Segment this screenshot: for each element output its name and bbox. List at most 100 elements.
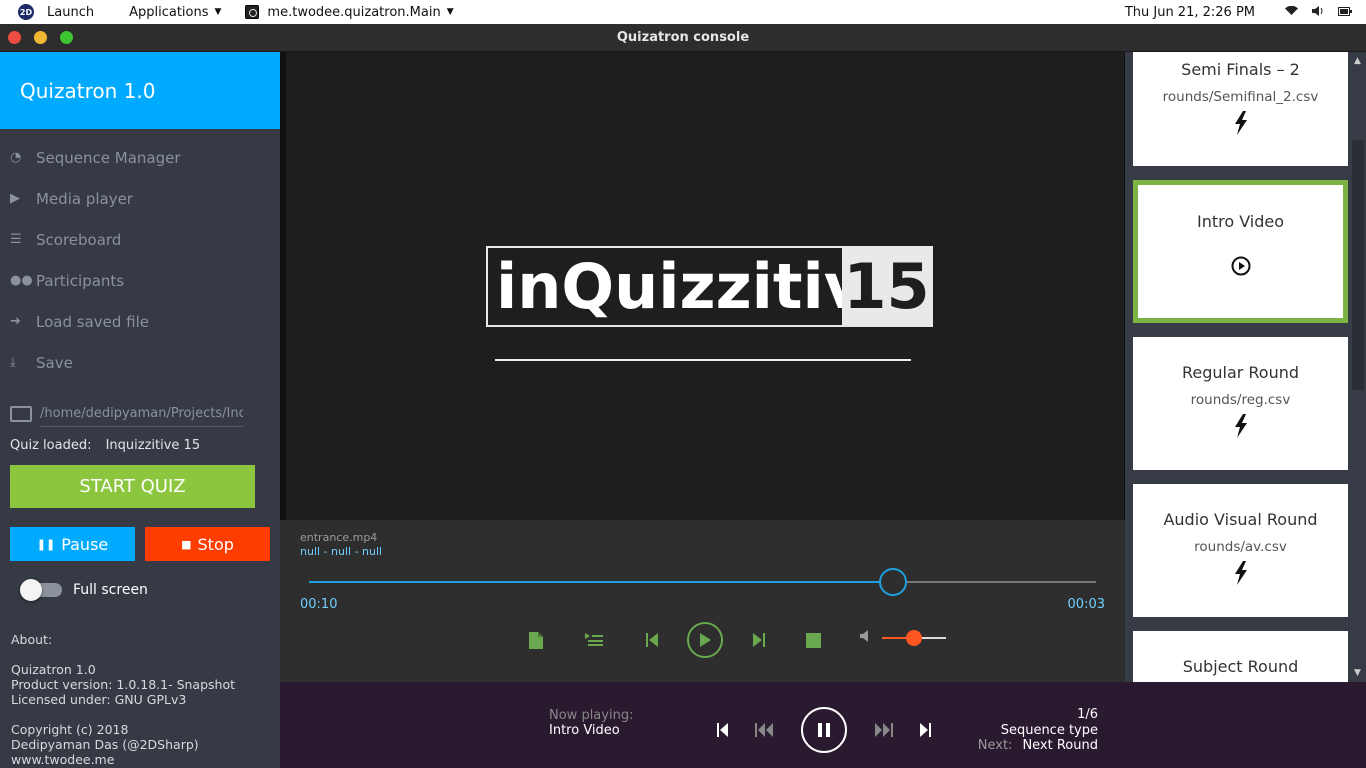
start-quiz-button[interactable]: START QUIZ — [10, 465, 255, 508]
brand-title: Quizatron 1.0 — [0, 52, 280, 129]
sequence-file: rounds/av.csv — [1194, 539, 1287, 555]
maximize-window-button[interactable] — [60, 31, 73, 44]
media-metadata: null - null - null — [300, 545, 383, 558]
nav-item-sequence-manager[interactable]: ◔ Sequence Manager — [0, 137, 280, 178]
file-path-row — [10, 400, 270, 428]
about-link[interactable]: www.twodee.me — [11, 752, 235, 767]
volume-icon[interactable] — [1312, 5, 1324, 19]
nav-menu: ◔ Sequence Manager ▶ Media player ☰ Scor… — [0, 137, 280, 383]
sequence-file: rounds/Semifinal_2.csv — [1162, 89, 1319, 105]
sequence-scrollbar[interactable]: ▲ ▼ — [1350, 52, 1366, 682]
volume-handle[interactable] — [906, 630, 922, 646]
skip-previous-icon[interactable] — [642, 630, 662, 650]
quiz-loaded-label: Quiz loaded: — [10, 438, 92, 453]
last-item-icon[interactable] — [917, 720, 933, 740]
sequence-card[interactable]: Subject Round — [1133, 631, 1348, 682]
pause-button[interactable]: ❚❚ Pause — [10, 527, 135, 561]
clock[interactable]: Thu Jun 21, 2:26 PM — [1125, 5, 1255, 20]
launch-menu[interactable]: Launch — [47, 0, 94, 24]
applications-menu[interactable]: Applications ▼ — [129, 0, 221, 24]
mute-icon[interactable] — [858, 629, 872, 643]
active-app-menu[interactable]: me.twodee.quizatron.Main ▼ — [245, 0, 454, 24]
file-icon[interactable] — [526, 630, 546, 650]
stop-icon: ■ — [181, 537, 192, 551]
about-line: Licensed under: GNU GPLv3 — [11, 692, 187, 707]
first-item-icon[interactable] — [714, 720, 730, 740]
play-button[interactable] — [687, 622, 723, 658]
about-heading: About: — [11, 632, 53, 647]
nav-item-label: Participants — [36, 271, 125, 290]
folder-icon[interactable] — [10, 406, 32, 422]
nav-item-scoreboard[interactable]: ☰ Scoreboard — [0, 219, 280, 260]
about-section: About: Quizatron 1.0 Product version: 1.… — [11, 632, 235, 767]
download-icon: ⤓ — [10, 355, 16, 370]
stop-label: Stop — [197, 534, 234, 554]
scroll-up-icon[interactable]: ▲ — [1354, 56, 1361, 66]
minimize-window-button[interactable] — [34, 31, 47, 44]
sequence-control-bar: Now playing: Intro Video 1/6 Sequence ty… — [280, 682, 1366, 768]
rewind-icon[interactable] — [754, 720, 774, 740]
os-logo-icon[interactable]: 2D — [18, 4, 34, 20]
users-icon: ●● — [10, 273, 33, 288]
nav-item-save[interactable]: ⤓ Save — [0, 342, 280, 383]
video-logo-underline — [495, 359, 911, 361]
stop-icon[interactable] — [803, 630, 823, 650]
sequence-card[interactable]: Regular Round rounds/reg.csv — [1133, 337, 1348, 470]
sequence-card[interactable]: Semi Finals – 2 rounds/Semifinal_2.csv — [1133, 52, 1348, 166]
nav-item-label: Sequence Manager — [36, 148, 181, 167]
sequence-title: Subject Round — [1182, 657, 1299, 676]
window-title: Quizatron console — [616, 30, 750, 45]
close-window-button[interactable] — [8, 31, 21, 44]
fullscreen-toggle[interactable] — [20, 579, 62, 601]
nav-item-label: Save — [36, 353, 73, 372]
sequence-card[interactable]: Audio Visual Round rounds/av.csv — [1133, 484, 1348, 617]
sidebar: Quizatron 1.0 ◔ Sequence Manager ▶ Media… — [0, 52, 280, 768]
pause-label: Pause — [61, 534, 109, 554]
video-display[interactable]: inQuizzitive 15 — [286, 52, 1124, 520]
sequence-list: Semi Finals – 2 rounds/Semifinal_2.csv I… — [1125, 52, 1366, 682]
video-logo: inQuizzitive 15 — [486, 246, 933, 327]
sequence-title: Semi Finals – 2 — [1181, 60, 1300, 79]
nav-item-label: Media player — [36, 189, 133, 208]
quiz-loaded-status: Quiz loaded: Inquizzitive 15 — [10, 438, 200, 453]
nav-item-participants[interactable]: ●● Participants — [0, 260, 280, 301]
sequence-card-active[interactable]: Intro Video — [1133, 180, 1348, 323]
next-value: Next Round — [1022, 738, 1098, 753]
battery-icon[interactable] — [1338, 6, 1352, 19]
system-top-bar: 2D Launch Applications ▼ me.twodee.quiza… — [0, 0, 1366, 24]
nav-item-media-player[interactable]: ▶ Media player — [0, 178, 280, 219]
media-file-name: entrance.mp4 — [300, 531, 378, 544]
stop-button[interactable]: ■ Stop — [145, 527, 270, 561]
applications-label: Applications — [129, 4, 209, 20]
sequence-pause-button[interactable] — [801, 707, 847, 753]
dashboard-icon: ◔ — [10, 150, 22, 165]
bolt-icon — [1133, 561, 1348, 591]
sequence-info: 1/6 Sequence type Next: Next Round — [978, 707, 1098, 754]
wifi-icon[interactable] — [1285, 5, 1298, 19]
quiz-loaded-value: Inquizzitive 15 — [105, 438, 201, 453]
about-line: Quizatron 1.0 — [11, 662, 96, 677]
scrollbar-thumb[interactable] — [1352, 140, 1364, 390]
terminal-icon — [245, 5, 260, 19]
playlist-icon[interactable] — [583, 630, 605, 650]
sequence-file: rounds/reg.csv — [1190, 392, 1291, 408]
video-logo-text: inQuizzitive — [496, 250, 907, 323]
file-path-input[interactable] — [40, 401, 243, 427]
seek-progress — [309, 581, 893, 583]
skip-next-icon[interactable] — [749, 630, 769, 650]
list-icon: ☰ — [10, 232, 22, 247]
fast-forward-icon[interactable] — [874, 720, 894, 740]
nav-item-load-saved-file[interactable]: ➔ Load saved file — [0, 301, 280, 342]
seek-handle[interactable] — [878, 568, 907, 596]
sequence-type: Sequence type — [1000, 722, 1098, 738]
about-line: Product version: 1.0.18.1- Snapshot — [11, 677, 236, 692]
seek-bar[interactable] — [309, 568, 1096, 596]
play-circle-icon: ▶ — [10, 191, 20, 206]
fullscreen-label: Full screen — [73, 582, 148, 598]
active-app-label: me.twodee.quizatron.Main — [267, 4, 441, 20]
sequence-title: Audio Visual Round — [1163, 510, 1318, 529]
nav-item-label: Load saved file — [36, 312, 149, 331]
scroll-down-icon[interactable]: ▼ — [1354, 668, 1361, 678]
volume-slider[interactable] — [882, 630, 946, 646]
window-title-bar: Quizatron console — [0, 24, 1366, 52]
